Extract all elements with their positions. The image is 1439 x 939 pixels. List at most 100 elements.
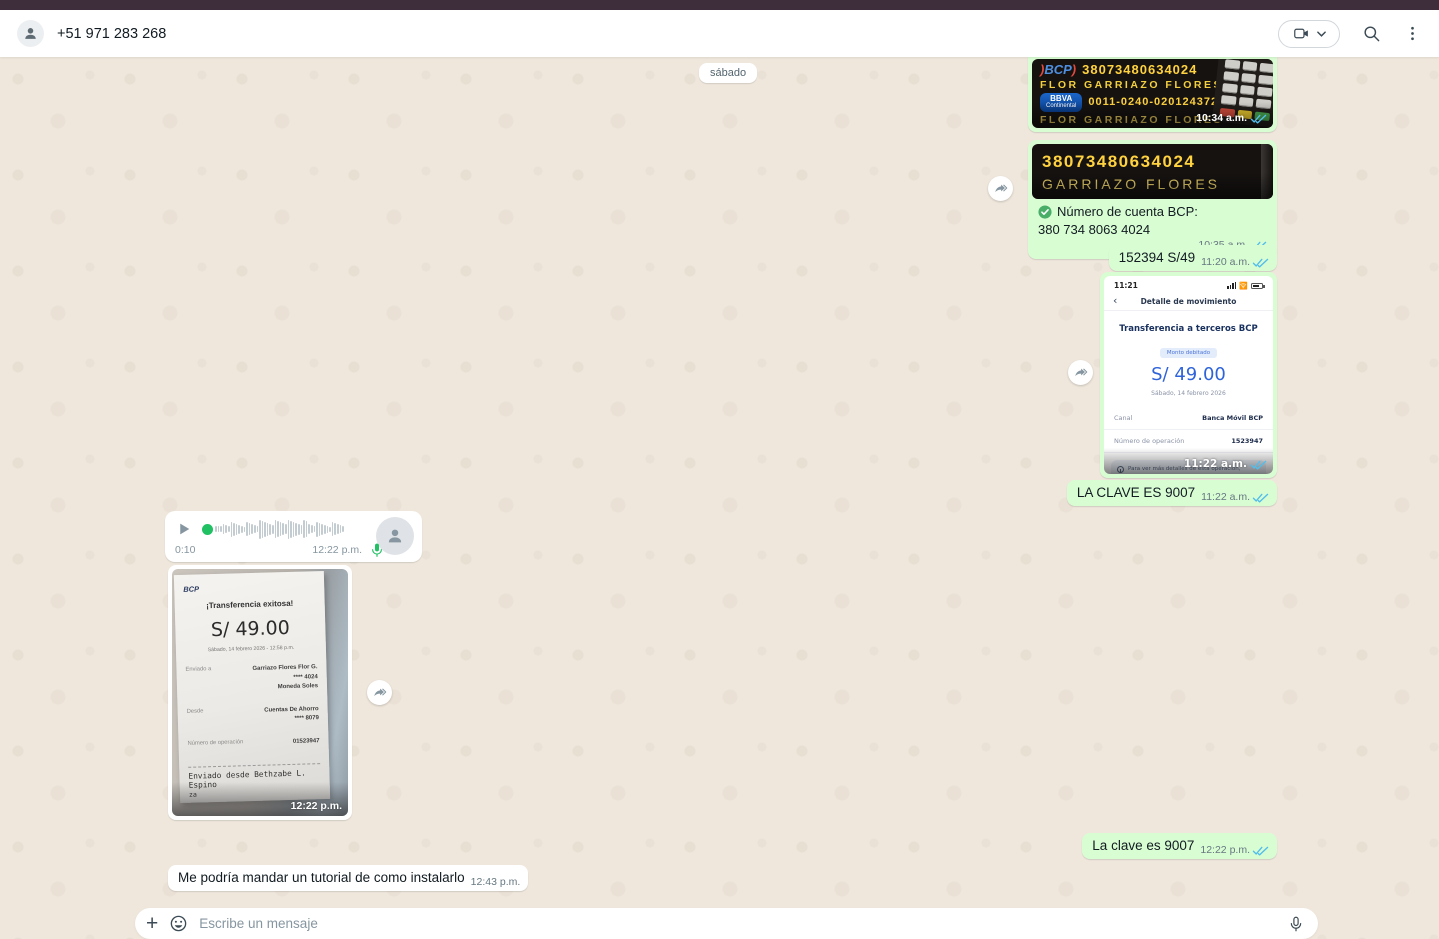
from-account: **** 8079: [294, 716, 319, 723]
contact-avatar[interactable]: [17, 20, 44, 47]
bbva-logo: BBVAContinental: [1040, 93, 1082, 112]
read-receipt-icon: [1252, 257, 1269, 268]
forward-button[interactable]: [1068, 360, 1093, 385]
operation-value: 1523947: [1231, 437, 1263, 445]
amount-badge: Monto debitado: [1160, 348, 1217, 358]
from-name: Cuentas De Ahorro: [264, 706, 319, 714]
message-input[interactable]: [199, 916, 1276, 931]
whatsapp-window: +51 971 283 268 sábado )BCP) 3807348: [0, 0, 1439, 939]
message-key-lower[interactable]: La clave es 9007 12:22 p.m.: [1082, 833, 1277, 859]
operation-value: 01523947: [293, 738, 320, 745]
read-receipt-icon: [1250, 459, 1267, 470]
voice-waveform-bars[interactable]: [215, 519, 368, 539]
phone-nav-title: Detalle de movimiento: [1141, 297, 1237, 306]
timestamp: 12:22 p.m.: [312, 544, 362, 556]
message-meta: 12:22 p.m.: [1200, 844, 1269, 856]
message-text: LA CLAVE ES 9007: [1077, 485, 1195, 500]
timestamp: 11:20 a.m.: [1201, 256, 1250, 268]
attach-button[interactable]: +: [146, 913, 158, 934]
emoji-button[interactable]: [169, 914, 188, 933]
message-meta: 11:22 a.m.: [1201, 491, 1269, 503]
voice-mic-icon: [369, 542, 385, 558]
bank-cards-image[interactable]: )BCP) 38073480634024 FLOR GARRIAZO FLORE…: [1032, 59, 1273, 128]
channel-label: Canal: [1114, 414, 1132, 422]
voice-duration: 0:10: [175, 544, 195, 556]
wifi-icon: 🛜: [1239, 282, 1248, 290]
holder-name-large: GARRIAZO FLORES: [1042, 176, 1273, 192]
voice-record-button[interactable]: [1287, 915, 1305, 933]
message-tutorial-request[interactable]: Me podría mandar un tutorial de como ins…: [168, 865, 528, 891]
message-account-number[interactable]: 38073480634024 GARRIAZO FLORES Número de…: [1028, 140, 1277, 259]
transfer-screenshot-image[interactable]: 11:21 🛜 ‹ Detalle de movimiento Transfer…: [1104, 276, 1273, 474]
message-meta: 11:20 a.m.: [1201, 256, 1269, 268]
video-camera-icon: [1293, 25, 1310, 42]
search-button[interactable]: [1362, 24, 1381, 43]
message-key-upper[interactable]: LA CLAVE ES 9007 11:22 a.m.: [1067, 480, 1277, 506]
bank-card-closeup-image[interactable]: 38073480634024 GARRIAZO FLORES: [1032, 144, 1273, 199]
receipt-date: Sábado, 14 febrero 2026 - 12:58 p.m.: [185, 644, 317, 654]
back-chevron-icon: ‹: [1113, 294, 1117, 307]
white-check-emoji: [1038, 205, 1052, 219]
message-bank-cards-photo[interactable]: )BCP) 38073480634024 FLOR GARRIAZO FLORE…: [1028, 55, 1277, 132]
video-call-button[interactable]: [1278, 20, 1340, 48]
voice-progress-handle[interactable]: [202, 524, 213, 535]
channel-value: Banca Móvil BCP: [1202, 414, 1263, 422]
sender-avatar[interactable]: [376, 517, 414, 555]
kebab-menu-icon: [1403, 24, 1422, 43]
message-operation-code[interactable]: 152394 S/49 11:20 a.m.: [1109, 245, 1277, 271]
message-transfer-screenshot[interactable]: 11:21 🛜 ‹ Detalle de movimiento Transfer…: [1100, 272, 1277, 478]
read-receipt-icon: [1250, 113, 1267, 124]
message-text: 152394 S/49: [1119, 250, 1196, 265]
header-actions: [1278, 20, 1422, 48]
date-divider: sábado: [699, 63, 757, 83]
search-icon: [1362, 24, 1381, 43]
info-icon: [1117, 466, 1124, 473]
receipt-stamp: Enviado desde Bethzabe L. Espino za: [188, 763, 321, 799]
sent-to-name: Garriazo Flores Flor G.: [252, 664, 317, 672]
timestamp: 12:22 p.m.: [1200, 844, 1250, 856]
signal-icon: [1227, 282, 1236, 290]
sent-to-extra: Moneda Soles: [278, 683, 318, 690]
chevron-down-icon: [1317, 31, 1326, 37]
bcp-logo: BCP: [183, 581, 315, 594]
forward-icon: [993, 181, 1009, 197]
receipt-title: ¡Transferencia exitosa!: [184, 598, 316, 611]
battery-icon: [1251, 283, 1263, 289]
menu-button[interactable]: [1403, 24, 1422, 43]
forward-icon: [372, 685, 388, 701]
bcp-account-number: 38073480634024: [1082, 62, 1197, 77]
window-title-bar: [0, 0, 1439, 10]
account-number-large: 38073480634024: [1042, 152, 1273, 172]
play-icon[interactable]: [175, 520, 193, 538]
person-icon: [385, 526, 405, 546]
phone-status-time: 11:21: [1114, 281, 1138, 290]
message-meta: 12:43 p.m.: [471, 876, 521, 888]
caption-line1: Número de cuenta BCP:: [1057, 203, 1198, 221]
message-text: La clave es 9007: [1092, 838, 1194, 853]
phone-status-icons: 🛜: [1227, 282, 1263, 290]
message-voice-note[interactable]: 0:10 12:22 p.m.: [165, 511, 422, 562]
forward-button[interactable]: [988, 176, 1013, 201]
forward-button[interactable]: [367, 680, 392, 705]
read-receipt-icon: [1252, 845, 1269, 856]
message-meta: 11:22 a.m.: [1184, 458, 1267, 470]
emoji-icon: [169, 914, 188, 933]
message-receipt-photo[interactable]: BCP ¡Transferencia exitosa! S/ 49.00 Sáb…: [168, 565, 352, 820]
receipt-image[interactable]: BCP ¡Transferencia exitosa! S/ 49.00 Sáb…: [172, 569, 348, 816]
outgoing-image-bubble: 11:21 🛜 ‹ Detalle de movimiento Transfer…: [1100, 272, 1277, 478]
receipt-paper: BCP ¡Transferencia exitosa! S/ 49.00 Sáb…: [174, 571, 330, 803]
timestamp: 12:22 p.m.: [291, 800, 342, 812]
incoming-image-bubble: BCP ¡Transferencia exitosa! S/ 49.00 Sáb…: [168, 565, 352, 820]
keypad-grid: [1221, 59, 1273, 109]
forward-icon: [1073, 365, 1089, 381]
caption-line2: 380 734 8063 4024: [1038, 221, 1267, 239]
outgoing-image-bubble: 38073480634024 GARRIAZO FLORES Número de…: [1028, 140, 1277, 259]
sent-to-label: Enviado a: [185, 666, 212, 695]
microphone-icon: [1287, 915, 1305, 933]
contact-name[interactable]: +51 971 283 268: [57, 26, 166, 42]
from-label: Desde: [187, 708, 204, 728]
phone-edge-graphic: [1261, 144, 1273, 199]
bbva-account-number: 0011-0240-0201243721: [1088, 96, 1225, 108]
sent-to-account: **** 4024: [293, 674, 318, 681]
message-text: Me podría mandar un tutorial de como ins…: [178, 870, 465, 885]
